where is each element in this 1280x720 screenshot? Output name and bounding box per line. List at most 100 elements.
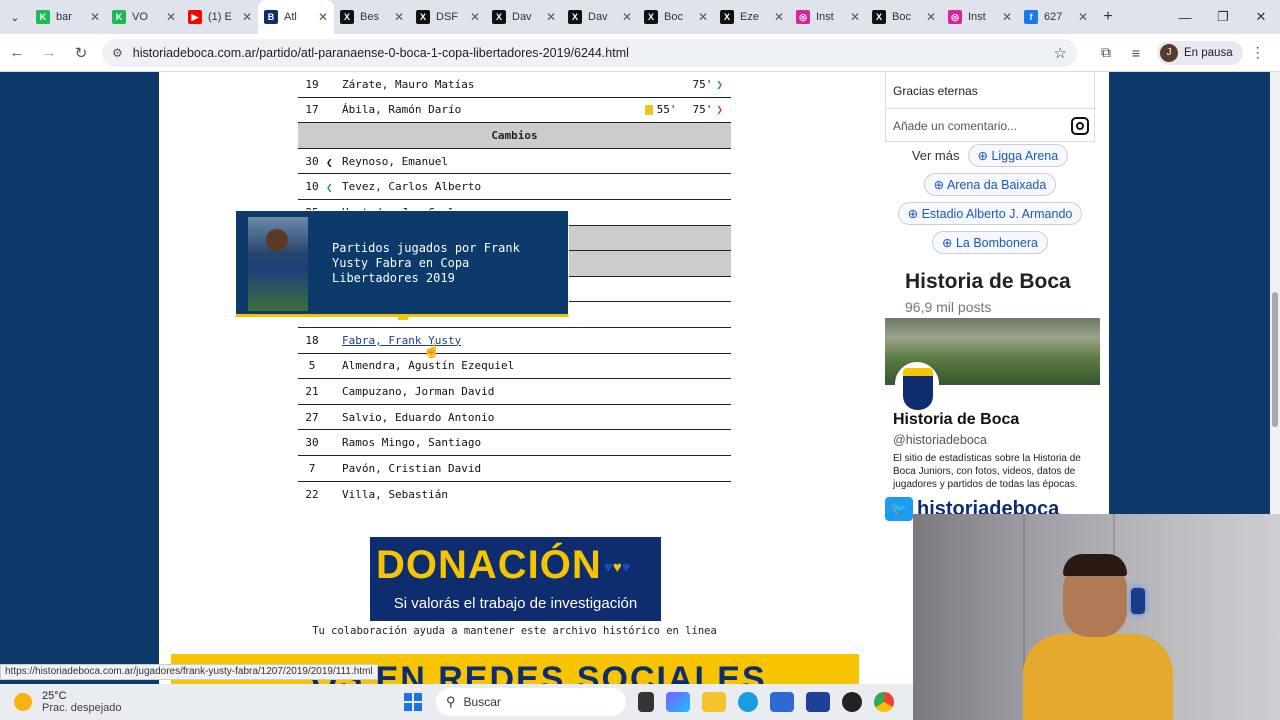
shirt-number: 21: [305, 384, 319, 398]
task-view-icon[interactable]: [638, 692, 654, 712]
tab-close-icon[interactable]: ✕: [698, 10, 708, 24]
chip-arena-da-baixada[interactable]: ⊕ Arena da Baixada: [923, 173, 1057, 196]
chip-la-bombonera[interactable]: ⊕ La Bombonera: [932, 231, 1048, 254]
player-name[interactable]: Ramos Mingo, Santiago: [326, 436, 731, 449]
sub-arrow-icon: ❮: [326, 155, 333, 169]
table-row: 19 Zárate, Mauro Matías 75' ❯: [298, 72, 731, 98]
tab-close-icon[interactable]: ✕: [90, 10, 100, 24]
tab-title: bar: [56, 11, 72, 23]
chrome-icon[interactable]: [874, 692, 894, 712]
tab-title: Eze: [740, 11, 759, 23]
browser-tab[interactable]: X Boc ✕: [638, 0, 714, 34]
browser-tab[interactable]: K VO ✕: [106, 0, 182, 34]
forward-icon[interactable]: →: [34, 38, 64, 68]
tab-close-icon[interactable]: ✕: [546, 10, 556, 24]
sub-arrow-icon: ❮: [326, 181, 333, 195]
close-window-icon[interactable]: ✕: [1242, 0, 1280, 34]
donation-banner[interactable]: DONACIÓN ♥♥♥ Si valorás el trabajo de in…: [370, 537, 661, 621]
tab-close-icon[interactable]: ✕: [394, 10, 404, 24]
mouse-cursor-icon: ☝: [423, 342, 441, 358]
tab-close-icon[interactable]: ✕: [242, 10, 252, 24]
profile-button[interactable]: J En pausa: [1157, 40, 1243, 65]
browser-tab[interactable]: X DSF ✕: [410, 0, 486, 34]
card-minute: 55': [656, 103, 677, 117]
cambios-header: Cambios: [298, 123, 731, 149]
instagram-icon[interactable]: [1071, 116, 1089, 135]
site-info-icon[interactable]: ⚙: [112, 46, 123, 60]
tab-favicon-icon: B: [264, 10, 278, 24]
tab-close-icon[interactable]: ✕: [1078, 10, 1088, 24]
tab-close-icon[interactable]: ✕: [1002, 10, 1012, 24]
media-control-icon[interactable]: ≡: [1121, 45, 1151, 61]
social-banner-text: OS EN REDES SOCIALES: [311, 660, 767, 684]
player-name[interactable]: Tevez, Carlos Alberto: [326, 180, 731, 193]
browser-tab[interactable]: X Dav ✕: [486, 0, 562, 34]
extensions-icon[interactable]: ⧉: [1091, 44, 1121, 61]
browser-tab[interactable]: ▶ (1) E ✕: [182, 0, 258, 34]
player-name[interactable]: Campuzano, Jorman David: [326, 385, 731, 398]
app-icon[interactable]: [842, 692, 862, 712]
browser-tab[interactable]: X Boc ✕: [866, 0, 942, 34]
minimize-icon[interactable]: —: [1166, 0, 1204, 34]
tab-title: Dav: [512, 11, 532, 23]
chip-ligga-arena[interactable]: ⊕ Ligga Arena: [967, 144, 1069, 167]
player-name[interactable]: Pavón, Cristian David: [326, 462, 731, 475]
browser-tab[interactable]: Kbar ✕: [30, 0, 106, 34]
bookmark-star-icon[interactable]: ☆: [1054, 44, 1067, 62]
file-explorer-icon[interactable]: [702, 692, 726, 712]
tab-favicon-icon: X: [644, 10, 658, 24]
twitter-post-count: 96,9 mil posts: [905, 299, 992, 315]
windows-start-icon[interactable]: [404, 693, 422, 711]
browser-tab[interactable]: ◎ Inst ✕: [790, 0, 866, 34]
edge-icon[interactable]: [738, 692, 758, 712]
player-link[interactable]: Fabra, Frank Yusty: [326, 334, 731, 347]
player-name[interactable]: Zárate, Mauro Matías: [326, 78, 731, 91]
player-name[interactable]: Reynoso, Emanuel: [326, 155, 731, 168]
tab-search-icon[interactable]: ⌄: [0, 0, 30, 34]
table-row: 10 ❮ Tevez, Carlos Alberto: [298, 174, 731, 200]
tab-close-icon[interactable]: ✕: [166, 10, 176, 24]
weather-widget[interactable]: 25°C Prac. despejado: [14, 690, 394, 714]
browser-tab[interactable]: B Atl ✕: [258, 0, 334, 34]
tab-title: Dav: [588, 11, 608, 23]
taskbar-search[interactable]: ⚲ Buscar: [436, 688, 626, 716]
tab-close-icon[interactable]: ✕: [774, 10, 784, 24]
outlook-icon[interactable]: [770, 692, 794, 712]
minutes-cell: 75' ❯: [693, 78, 724, 91]
scrollbar-thumb[interactable]: [1272, 292, 1278, 427]
copilot-icon[interactable]: [666, 692, 690, 712]
shirt-number: 22: [305, 487, 319, 501]
url-text[interactable]: historiadeboca.com.ar/partido/atl-parana…: [133, 46, 1054, 60]
profile-description: El sitio de estadísticas sobre la Histor…: [893, 453, 1081, 490]
comment-input[interactable]: Añade un comentario...: [886, 108, 1096, 142]
table-row: 5 Almendra, Agustín Ezequiel: [298, 354, 731, 380]
player-name[interactable]: Villa, Sebastián: [326, 488, 731, 501]
address-bar[interactable]: ⚙ historiadeboca.com.ar/partido/atl-para…: [102, 38, 1077, 67]
back-icon[interactable]: ←: [2, 38, 32, 68]
tab-close-icon[interactable]: ✕: [850, 10, 860, 24]
player-name[interactable]: Salvio, Eduardo Antonio: [326, 411, 731, 424]
store-icon[interactable]: [806, 692, 830, 712]
tab-close-icon[interactable]: ✕: [926, 10, 936, 24]
browser-tab[interactable]: X Eze ✕: [714, 0, 790, 34]
reload-icon[interactable]: ↻: [66, 38, 96, 68]
profile-name[interactable]: Historia de Boca: [893, 411, 1019, 429]
profile-handle[interactable]: @historiadeboca: [893, 433, 987, 447]
browser-tab[interactable]: X Bes ✕: [334, 0, 410, 34]
restore-icon[interactable]: ❐: [1204, 0, 1242, 34]
chip-estadio-alberto-armando[interactable]: ⊕ Estadio Alberto J. Armando: [897, 202, 1083, 225]
tab-close-icon[interactable]: ✕: [622, 10, 632, 24]
donation-caption: Tu colaboración ayuda a mantener este ar…: [312, 625, 717, 637]
browser-tab[interactable]: f 627 ✕: [1018, 0, 1094, 34]
tab-close-icon[interactable]: ✕: [318, 10, 328, 24]
donation-subtitle: Si valorás el trabajo de investigación: [393, 595, 638, 612]
browser-tab[interactable]: ◎ Inst ✕: [942, 0, 1018, 34]
browser-tab[interactable]: X Dav ✕: [562, 0, 638, 34]
tab-close-icon[interactable]: ✕: [470, 10, 480, 24]
tooltip-pointer: [398, 315, 408, 320]
new-tab-button[interactable]: +: [1094, 8, 1122, 26]
table-row: 18 Fabra, Frank Yusty: [298, 328, 731, 354]
menu-icon[interactable]: ⋮: [1243, 44, 1273, 61]
windows-taskbar: 25°C Prac. despejado ⚲ Buscar: [0, 684, 913, 720]
player-name[interactable]: Almendra, Agustín Ezequiel: [326, 359, 731, 372]
